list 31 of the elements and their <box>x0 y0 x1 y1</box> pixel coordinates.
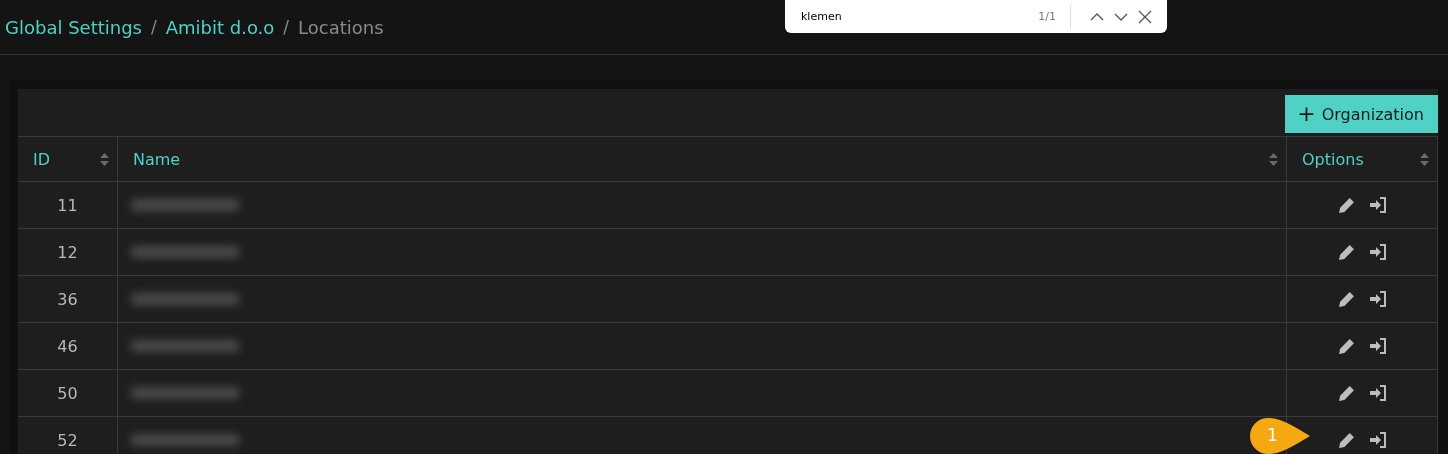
column-header[interactable]: ID <box>18 137 118 182</box>
pencil-icon[interactable] <box>1337 243 1355 261</box>
id-text: 11 <box>57 195 78 215</box>
callout-marker <box>1250 418 1312 454</box>
breadcrumb-current: Locations <box>298 16 384 38</box>
id-text: 50 <box>57 383 78 403</box>
id-text: 46 <box>57 336 78 356</box>
match-count: 1/1 <box>1038 10 1056 23</box>
breadcrumb-link[interactable]: Global Settings <box>5 16 142 38</box>
breadcrumb-link[interactable]: Amibit d.o.o <box>165 16 275 38</box>
sign-in-icon[interactable] <box>1368 338 1387 354</box>
add-organization-button[interactable]: + Organization <box>1285 95 1438 133</box>
pencil-icon[interactable] <box>1337 290 1355 308</box>
column-header[interactable]: Options <box>1287 137 1438 182</box>
sign-in-icon[interactable] <box>1368 291 1387 307</box>
pencil-icon[interactable] <box>1337 431 1355 449</box>
sign-in-icon[interactable] <box>1368 432 1387 448</box>
pencil-icon[interactable] <box>1337 384 1355 402</box>
column-header[interactable]: Name <box>118 137 1287 182</box>
breadcrumb-separator: / <box>283 17 290 37</box>
breadcrumb-separator: / <box>150 17 157 37</box>
callout-number: 1 <box>1267 425 1278 445</box>
id-text: 52 <box>57 430 78 450</box>
pencil-icon[interactable] <box>1337 337 1355 355</box>
sign-in-icon[interactable] <box>1368 385 1387 401</box>
id-text: 36 <box>57 289 78 309</box>
id-text: 12 <box>57 242 78 262</box>
sign-in-icon[interactable] <box>1368 197 1387 213</box>
sign-in-icon[interactable] <box>1368 244 1387 260</box>
pencil-icon[interactable] <box>1337 196 1355 214</box>
find-bar[interactable]: klemen 1/1 <box>785 0 1167 33</box>
